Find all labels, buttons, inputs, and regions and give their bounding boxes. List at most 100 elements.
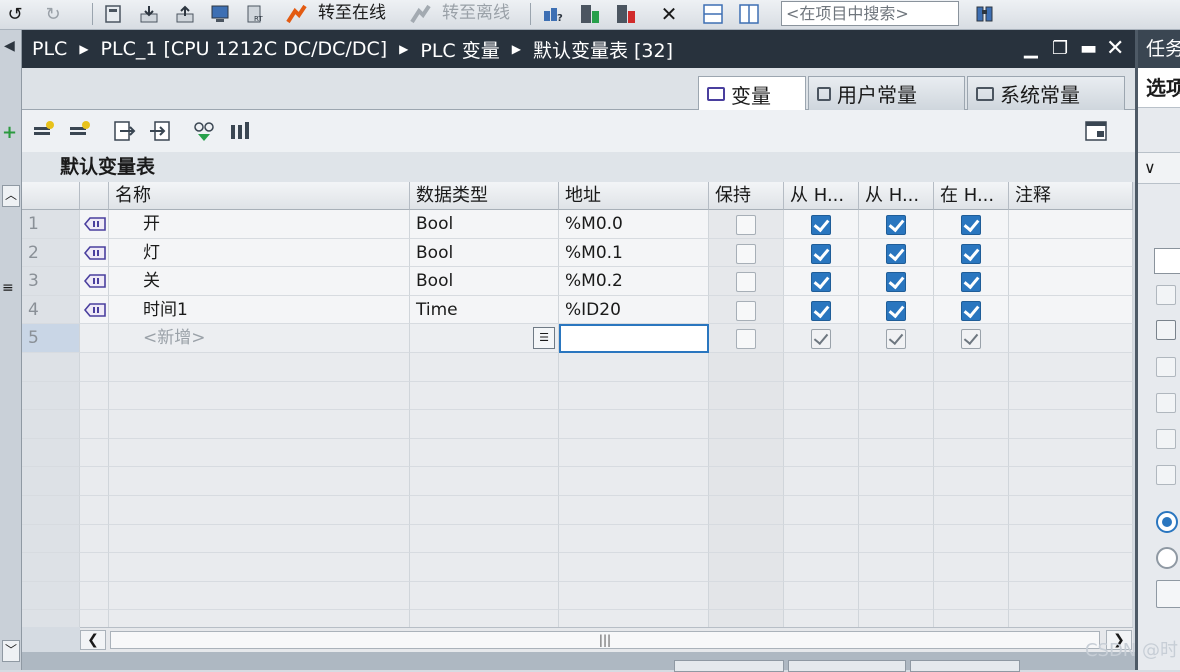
breadcrumb-item-tag-table[interactable]: 默认变量表 [32] [533, 36, 673, 63]
minimize-icon[interactable]: ▁ [1024, 38, 1038, 59]
tag-datatype[interactable]: Bool [410, 267, 559, 296]
restore-icon[interactable]: ❐ [1052, 38, 1068, 59]
maximize-icon[interactable]: ▬ [1080, 38, 1097, 59]
checkbox-checked[interactable] [961, 300, 981, 321]
tag-datatype[interactable]: Bool [410, 210, 559, 239]
import-icon[interactable] [148, 119, 172, 143]
checkbox-checked[interactable] [961, 243, 981, 264]
checkbox-checked[interactable] [961, 329, 981, 350]
table-row[interactable]: 1 开 Bool %M0.0 [22, 210, 1133, 239]
option-checkbox-2[interactable] [1156, 320, 1176, 340]
radio-unselected[interactable] [1156, 547, 1178, 569]
new-address-input[interactable] [559, 324, 709, 353]
scrollbar-thumb[interactable]: ||| [110, 631, 1100, 649]
tag-comment[interactable] [1009, 238, 1133, 268]
add-row-icon[interactable] [68, 119, 92, 143]
header-address[interactable]: 地址 [559, 182, 709, 210]
download-button[interactable] [136, 2, 162, 26]
option-checkbox-5[interactable] [1156, 429, 1176, 449]
checkbox-checked[interactable] [811, 215, 831, 235]
tag-address[interactable]: %M0.0 [559, 210, 709, 239]
breadcrumb-item-plc[interactable]: PLC [32, 38, 67, 60]
project-tree-collapsed-strip[interactable]: ◀ + ︿ ≡ ﹀ [0, 30, 22, 670]
checkbox-unchecked[interactable] [736, 329, 756, 350]
datatype-list-icon[interactable]: ☰ [533, 327, 555, 350]
header-writable-from-hmi[interactable]: 从 H... [859, 182, 934, 210]
checkbox-checked[interactable] [886, 272, 906, 293]
tag-name[interactable]: 灯 [109, 238, 410, 268]
find-section-toggle[interactable]: ∨ [1138, 152, 1180, 184]
cross-reference-button[interactable]: ✕ [656, 2, 682, 26]
header-visible-in-hmi[interactable]: 在 H... [934, 182, 1009, 210]
checkbox-checked[interactable] [886, 329, 906, 350]
splitter-grip-icon[interactable]: ≡ [2, 280, 14, 296]
checkbox-checked[interactable] [886, 243, 906, 264]
option-checkbox-1[interactable] [1156, 285, 1176, 305]
checkbox-unchecked[interactable] [736, 215, 756, 235]
tab-user-constants[interactable]: 用户常量 [808, 76, 965, 110]
window-settings-icon[interactable] [1084, 119, 1108, 143]
insert-row-icon[interactable] [32, 119, 56, 143]
new-comment-cell[interactable] [1009, 324, 1133, 353]
option-checkbox-6[interactable] [1156, 465, 1176, 485]
horizontal-scrollbar[interactable]: ❮ ||| ❯ [80, 627, 1133, 652]
breadcrumb-item-cpu[interactable]: PLC_1 [CPU 1212C DC/DC/DC] [101, 38, 388, 60]
tag-comment[interactable] [1009, 267, 1133, 296]
go-offline-icon-button[interactable] [407, 2, 433, 26]
expand-left-icon[interactable]: ◀ [4, 38, 15, 54]
project-search-input[interactable]: <在项目中搜索> [781, 1, 959, 26]
tag-name[interactable]: 关 [109, 267, 410, 296]
checkbox-checked[interactable] [886, 215, 906, 235]
inspector-tab-properties[interactable] [674, 660, 784, 672]
checkbox-checked[interactable] [886, 300, 906, 321]
scroll-left-icon[interactable]: ❮ [80, 630, 106, 650]
tag-address[interactable]: %ID20 [559, 295, 709, 325]
checkbox-checked[interactable] [811, 300, 831, 321]
new-row[interactable]: 5 <新增> ☰ [22, 324, 1133, 353]
breadcrumb-item-plc-tags[interactable]: PLC 变量 [420, 36, 499, 63]
new-datatype-cell[interactable]: ☰ [410, 324, 559, 353]
tag-comment[interactable] [1009, 210, 1133, 239]
option-checkbox-4[interactable] [1156, 393, 1176, 413]
checkbox-checked[interactable] [811, 329, 831, 350]
find-input[interactable] [1154, 248, 1180, 274]
stop-cpu-button[interactable] [613, 2, 639, 26]
checkbox-checked[interactable] [811, 243, 831, 264]
inspector-tab-info[interactable] [788, 660, 906, 672]
upload-button[interactable] [172, 2, 198, 26]
tag-datatype[interactable]: Bool [410, 238, 559, 268]
option-checkbox-3[interactable] [1156, 357, 1176, 377]
monitor-all-icon[interactable] [192, 119, 216, 143]
start-cpu-button[interactable] [577, 2, 603, 26]
radio-selected[interactable] [1156, 511, 1178, 533]
checkbox-unchecked[interactable] [736, 272, 756, 293]
checkbox-unchecked[interactable] [736, 300, 756, 321]
columns-visibility-icon[interactable] [228, 119, 252, 143]
tag-comment[interactable] [1009, 295, 1133, 325]
split-vertical-button[interactable] [736, 2, 762, 26]
checkbox-checked[interactable] [811, 272, 831, 293]
export-icon[interactable] [112, 119, 136, 143]
go-online-icon-button[interactable] [283, 2, 309, 26]
inspector-tab-diagnostics[interactable] [910, 660, 1020, 672]
undo-button[interactable]: ↺ [0, 2, 30, 26]
tab-system-constants[interactable]: 系统常量 [967, 76, 1125, 110]
header-name[interactable]: 名称 [109, 182, 410, 210]
go-online-button[interactable]: 转至在线 [318, 2, 386, 24]
table-row[interactable]: 3 关 Bool %M0.2 [22, 267, 1133, 296]
header-comment[interactable]: 注释 [1009, 182, 1133, 210]
tag-name[interactable]: 时间1 [109, 295, 410, 325]
scroll-up-icon[interactable]: ︿ [2, 185, 20, 207]
compile-button[interactable] [100, 2, 126, 26]
header-datatype[interactable]: 数据类型 [410, 182, 559, 210]
tag-address[interactable]: %M0.2 [559, 267, 709, 296]
find-button[interactable] [1156, 580, 1180, 608]
table-row[interactable]: 4 时间1 Time %ID20 [22, 295, 1133, 325]
checkbox-checked[interactable] [961, 272, 981, 293]
tag-name[interactable]: 开 [109, 210, 410, 239]
tab-tags[interactable]: 变量 [698, 76, 806, 111]
start-runtime-button[interactable]: RT [243, 2, 269, 26]
checkbox-unchecked[interactable] [736, 243, 756, 264]
split-horizontal-button[interactable] [700, 2, 726, 26]
add-new-tag[interactable]: <新增> [109, 324, 410, 353]
